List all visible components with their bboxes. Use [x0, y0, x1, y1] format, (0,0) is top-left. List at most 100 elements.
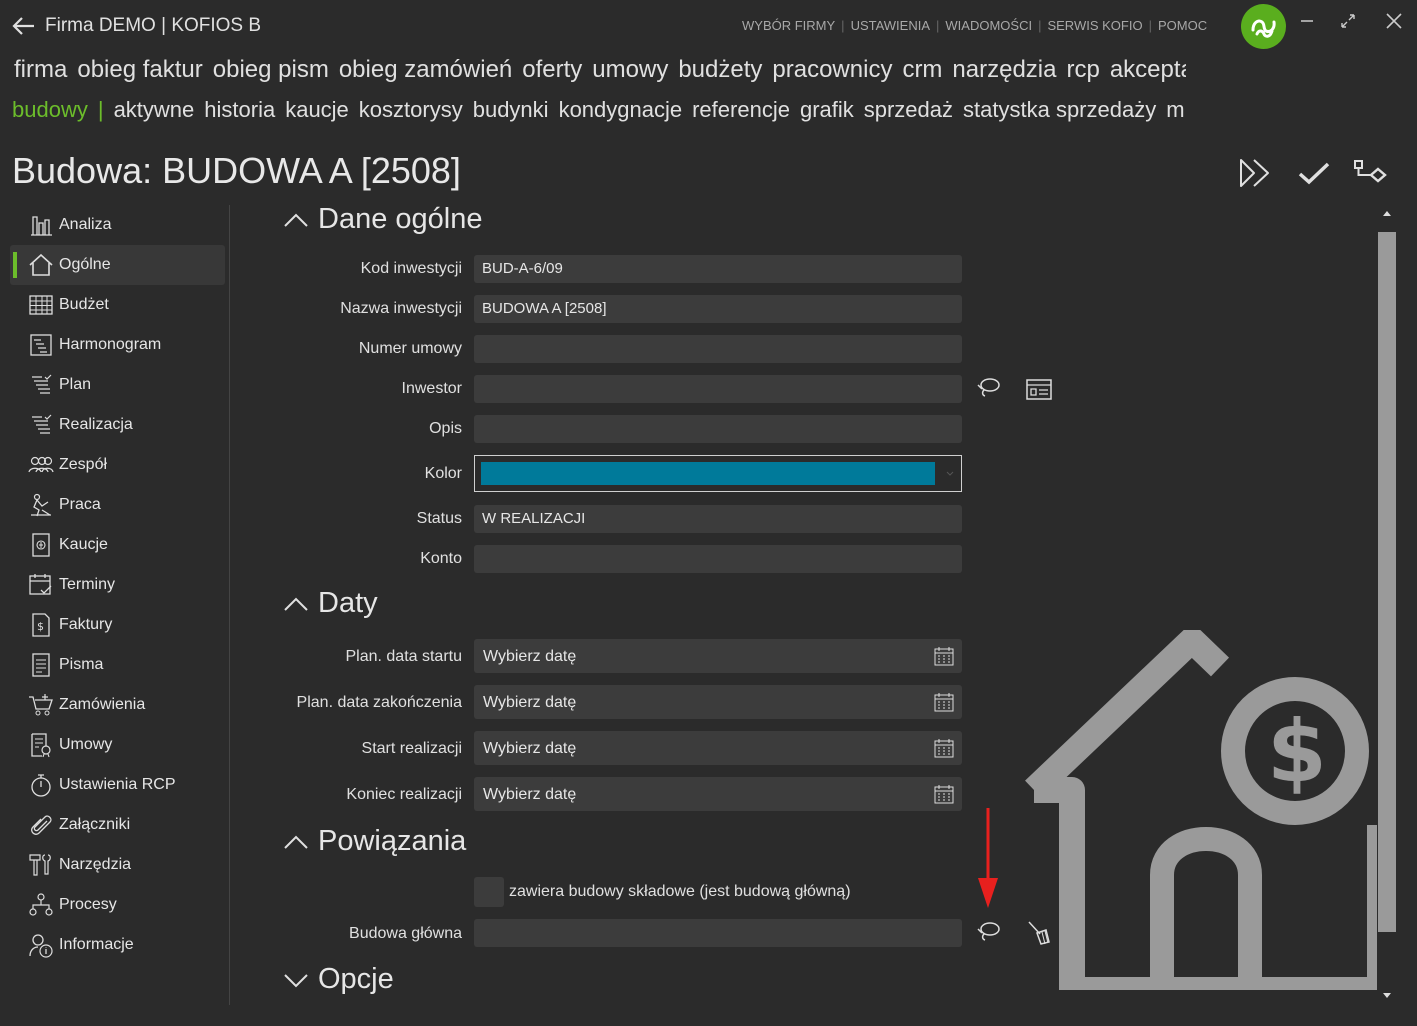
forward-icon[interactable] — [1237, 155, 1273, 191]
sidebar-item-zespol[interactable]: Zespół — [10, 445, 225, 485]
team-icon — [28, 456, 54, 473]
section-daty-header[interactable]: Daty — [282, 587, 378, 620]
submenu-budynki[interactable]: budynki — [473, 97, 549, 122]
module-umowy[interactable]: umowy — [592, 56, 668, 83]
sidebar-item-kaucje[interactable]: Kaucje — [10, 525, 225, 565]
submenu-grafik[interactable]: grafik — [800, 97, 854, 122]
module-narzedzia[interactable]: narzędzia — [952, 56, 1056, 83]
submenu-moje[interactable]: moje z — [1166, 97, 1184, 122]
plan-data-zakonczenia-picker[interactable]: Wybierz datę — [474, 685, 962, 719]
nav-wybor-firmy[interactable]: WYBÓR FIRMY — [742, 18, 835, 33]
submenu-sprzedaz[interactable]: sprzedaż — [864, 97, 953, 122]
sidebar-item-label: Pisma — [59, 656, 104, 673]
module-obieg-faktur[interactable]: obieg faktur — [77, 56, 202, 83]
plan-data-startu-picker[interactable]: Wybierz datę — [474, 639, 962, 673]
status-input[interactable]: W REALIZACJI — [474, 505, 962, 533]
close-icon[interactable] — [1383, 10, 1405, 32]
sidebar-item-pisma[interactable]: Pisma — [10, 645, 225, 685]
submenu-budowy[interactable]: budowy — [12, 97, 88, 122]
sidebar-item-realizacja[interactable]: Realizacja — [10, 405, 225, 445]
calendar-icon[interactable] — [934, 692, 954, 712]
module-pracownicy[interactable]: pracownicy — [772, 56, 892, 83]
lasso-select-icon[interactable] — [975, 375, 1003, 403]
submenu-kosztorysy[interactable]: kosztorysy — [359, 97, 463, 122]
sidebar-item-ustawienia-rcp[interactable]: Ustawienia RCP — [10, 765, 225, 805]
sidebar-item-zamowienia[interactable]: Zamówienia — [10, 685, 225, 725]
sidebar-item-ogolne[interactable]: Ogólne — [10, 245, 225, 285]
kolor-picker[interactable] — [474, 455, 962, 492]
section-powiazania-header[interactable]: Powiązania — [282, 825, 466, 858]
calendar-icon[interactable] — [934, 738, 954, 758]
nav-pomoc[interactable]: POMOC — [1158, 18, 1207, 33]
kofio-logo[interactable] — [1241, 4, 1286, 49]
module-obieg-zamowien[interactable]: obieg zamówień — [339, 56, 512, 83]
sidebar-item-praca[interactable]: Praca — [10, 485, 225, 525]
kod-inwestycji-input[interactable]: BUD-A-6/09 — [474, 255, 962, 283]
budowa-glowna-input[interactable] — [474, 919, 962, 947]
calendar-icon[interactable] — [934, 646, 954, 666]
nazwa-inwestycji-input[interactable]: BUDOWA A [2508] — [474, 295, 962, 323]
info-user-icon — [29, 934, 53, 958]
sidebar-item-zalaczniki[interactable]: Załączniki — [10, 805, 225, 845]
minimize-icon[interactable] — [1296, 10, 1318, 32]
sidebar-item-terminy[interactable]: Terminy — [10, 565, 225, 605]
maximize-icon[interactable] — [1337, 10, 1359, 32]
scrollbar-thumb[interactable] — [1378, 232, 1396, 932]
back-arrow-icon[interactable] — [10, 12, 38, 40]
sidebar-item-procesy[interactable]: Procesy — [10, 885, 225, 925]
sidebar-item-label: Umowy — [59, 736, 113, 753]
contact-card-icon[interactable] — [1025, 376, 1053, 404]
section-dane-ogolne-header[interactable]: Dane ogólne — [282, 203, 482, 236]
submenu-separator: | — [97, 97, 104, 122]
workflow-icon[interactable] — [1352, 155, 1388, 191]
konto-input[interactable] — [474, 545, 962, 573]
sidebar-item-label: Harmonogram — [59, 336, 162, 353]
sidebar-item-budzet[interactable]: Budżet — [10, 285, 225, 325]
worker-icon — [31, 493, 51, 517]
module-rcp[interactable]: rcp — [1066, 56, 1099, 83]
module-budzety[interactable]: budżety — [678, 56, 762, 83]
start-realizacji-picker[interactable]: Wybierz datę — [474, 731, 962, 765]
koniec-realizacji-picker[interactable]: Wybierz datę — [474, 777, 962, 811]
sidebar-item-analiza[interactable]: Analiza — [10, 205, 225, 245]
svg-text:$: $ — [1267, 702, 1327, 802]
submenu-referencje[interactable]: referencje — [692, 97, 790, 122]
module-oferty[interactable]: oferty — [522, 56, 582, 83]
submenu-aktywne[interactable]: aktywne — [114, 97, 195, 122]
realization-list-icon — [32, 414, 52, 434]
field-label: Kolor — [424, 465, 462, 482]
sidebar-item-harmonogram[interactable]: Harmonogram — [10, 325, 225, 365]
section-title: Dane ogólne — [318, 203, 483, 235]
sidebar-item-narzedzia[interactable]: Narzędzia — [10, 845, 225, 885]
module-akcepta[interactable]: akcepta — [1110, 56, 1186, 83]
nav-ustawienia[interactable]: USTAWIENIA — [851, 18, 930, 33]
section-title: Opcje — [318, 963, 394, 995]
submenu-historia[interactable]: historia — [204, 97, 275, 122]
submenu-kaucje[interactable]: kaucje — [285, 97, 349, 122]
lasso-select-icon[interactable] — [975, 919, 1003, 947]
sidebar-item-faktury[interactable]: $ Faktury — [10, 605, 225, 645]
sidebar-item-label: Załączniki — [59, 816, 131, 833]
module-firma[interactable]: firma — [14, 56, 67, 83]
module-crm[interactable]: crm — [902, 56, 942, 83]
sidebar-item-informacje[interactable]: Informacje — [10, 925, 225, 965]
sidebar-item-umowy[interactable]: Umowy — [10, 725, 225, 765]
budowa-glowna-checkbox[interactable] — [474, 877, 504, 907]
calendar-icon[interactable] — [934, 784, 954, 804]
sidebar-item-plan[interactable]: Plan — [10, 365, 225, 405]
scroll-down-arrow-icon[interactable] — [1381, 989, 1393, 1001]
scroll-up-arrow-icon[interactable] — [1381, 208, 1393, 220]
submenu-kondygnacje[interactable]: kondygnacje — [559, 97, 683, 122]
section-opcje-header[interactable]: Opcje — [282, 963, 394, 996]
submenu-statystka-sprzedazy[interactable]: statystka sprzedaży — [963, 97, 1156, 122]
tools-icon — [29, 854, 51, 876]
opis-input[interactable] — [474, 415, 962, 443]
numer-umowy-input[interactable] — [474, 335, 962, 363]
field-label: Opis — [429, 420, 462, 437]
stopwatch-icon — [31, 774, 51, 797]
module-obieg-pism[interactable]: obieg pism — [213, 56, 329, 83]
save-check-icon[interactable] — [1296, 155, 1332, 191]
nav-wiadomosci[interactable]: WIADOMOŚCI — [945, 18, 1032, 33]
nav-serwis-kofio[interactable]: SERWIS KOFIO — [1047, 18, 1142, 33]
inwestor-input[interactable] — [474, 375, 962, 403]
